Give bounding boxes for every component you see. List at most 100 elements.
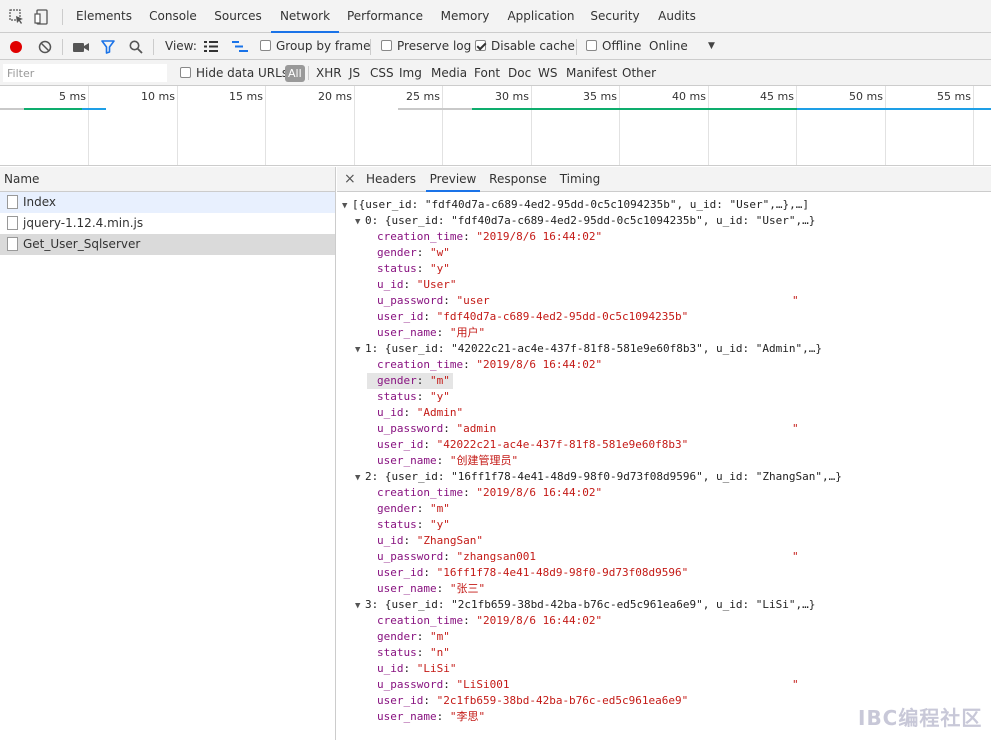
request-row-jquery[interactable]: jquery-1.12.4.min.js (0, 213, 335, 234)
tab-audits[interactable]: Audits (651, 0, 703, 33)
chevron-down-icon[interactable]: ▼ (708, 33, 715, 60)
json-field-hovered[interactable]: gender: "m" (367, 373, 453, 389)
timeline-bar-waiting (398, 108, 472, 110)
tab-preview[interactable]: Preview (426, 167, 480, 192)
filter-type-ws[interactable]: WS (538, 60, 557, 86)
json-value: "w" (430, 246, 450, 259)
json-field: gender: "w" (377, 246, 450, 259)
json-value-closing-quote: " (792, 422, 799, 435)
json-value: "zhangsan001 (456, 550, 536, 563)
preserve-log-checkbox[interactable]: Preserve log (381, 33, 471, 60)
close-icon[interactable]: × (344, 167, 356, 191)
json-key: creation_time (377, 358, 464, 371)
throttling-value: Online (649, 39, 688, 53)
timeline-bar-xhr-download (797, 108, 991, 110)
devtools-tab-bar: Elements Console Sources Network Perform… (0, 0, 991, 33)
json-key: status (377, 646, 417, 659)
checkbox-box[interactable] (180, 67, 191, 78)
waterfall-overview-icon[interactable] (232, 41, 248, 52)
tab-network[interactable]: Network (271, 0, 339, 33)
filter-type-doc[interactable]: Doc (508, 60, 531, 86)
disable-cache-checkbox[interactable]: Disable cache (475, 33, 575, 60)
json-key: u_password (377, 294, 444, 307)
checkbox-box-checked[interactable] (475, 40, 486, 51)
expand-triangle-icon[interactable]: ▼ (355, 598, 365, 614)
tab-timing[interactable]: Timing (555, 167, 605, 192)
throttling-select[interactable]: Online (649, 33, 688, 60)
timeline-tick: 55 ms (937, 90, 971, 103)
json-record-row[interactable]: ▼ 1: {user_id: "42022c21-ac4e-437f-81f8-5… (355, 341, 822, 357)
request-row-index[interactable]: Index (0, 192, 335, 213)
json-root-row[interactable]: ▼ [{user_id: "fdf40d7a-c689-4ed2-95dd-0c5… (342, 197, 809, 213)
tab-application[interactable]: Application (502, 0, 580, 33)
filter-type-css[interactable]: CSS (370, 60, 394, 86)
tab-headers[interactable]: Headers (363, 167, 419, 192)
json-key: u_password (377, 422, 444, 435)
search-icon[interactable] (129, 40, 143, 54)
filter-type-manifest[interactable]: Manifest (566, 60, 617, 86)
checkbox-box[interactable] (381, 40, 392, 51)
hide-data-urls-checkbox[interactable]: Hide data URLs (180, 60, 288, 86)
json-key: user_id (377, 310, 424, 323)
json-record-row[interactable]: ▼ 3: {user_id: "2c1fb659-38bd-42ba-b76c-e… (355, 597, 815, 613)
filter-type-other[interactable]: Other (622, 60, 656, 86)
json-field: status: "n" (377, 646, 450, 659)
json-field: u_password: "user (377, 294, 490, 307)
inspect-element-icon[interactable] (9, 9, 25, 25)
tab-console[interactable]: Console (141, 0, 205, 33)
document-icon (7, 195, 18, 209)
request-row-get-user-sqlserver[interactable]: Get_User_Sqlserver (0, 234, 335, 255)
timeline-tick: 45 ms (760, 90, 794, 103)
json-value: "2019/8/6 16:44:02" (476, 358, 603, 371)
xhr-file-icon (7, 237, 18, 251)
checkbox-box[interactable] (260, 40, 271, 51)
json-field: user_name: "张三" (377, 582, 486, 595)
filter-type-font[interactable]: Font (474, 60, 500, 86)
json-value: "y" (430, 262, 450, 275)
filter-type-media[interactable]: Media (431, 60, 467, 86)
tab-sources[interactable]: Sources (208, 0, 268, 33)
tab-response[interactable]: Response (487, 167, 549, 192)
json-key: user_name (377, 582, 437, 595)
filter-type-xhr[interactable]: XHR (316, 60, 342, 86)
timeline-tick: 5 ms (59, 90, 86, 103)
name-column-header[interactable]: Name (0, 167, 335, 192)
timeline-tick: 50 ms (849, 90, 883, 103)
tab-security[interactable]: Security (586, 0, 644, 33)
tab-memory[interactable]: Memory (433, 0, 497, 33)
capture-screenshots-icon[interactable] (73, 41, 89, 53)
json-record-row[interactable]: ▼ 0: {user_id: "fdf40d7a-c689-4ed2-95dd-0… (355, 213, 815, 229)
json-key: status (377, 390, 417, 403)
json-key: u_password (377, 678, 444, 691)
json-key: creation_time (377, 230, 464, 243)
checkbox-box[interactable] (586, 40, 597, 51)
hide-data-urls-label: Hide data URLs (196, 66, 289, 80)
large-rows-icon[interactable] (204, 41, 218, 52)
expand-triangle-icon[interactable]: ▼ (342, 198, 352, 214)
json-key: user_name (377, 454, 437, 467)
record-icon[interactable] (9, 40, 23, 54)
clear-icon[interactable] (38, 40, 52, 54)
json-value: "2019/8/6 16:44:02" (476, 486, 603, 499)
json-record-row[interactable]: ▼ 2: {user_id: "16ff1f78-4e41-48d9-98f0-9… (355, 469, 842, 485)
json-field: status: "y" (377, 390, 450, 403)
group-by-frame-checkbox[interactable]: Group by frame (260, 33, 370, 60)
filter-type-all[interactable]: All (285, 65, 305, 82)
filter-input[interactable] (3, 64, 167, 82)
expand-triangle-icon[interactable]: ▼ (355, 214, 365, 230)
device-toolbar-icon[interactable] (34, 9, 50, 25)
timeline-overview[interactable]: 5 ms 10 ms 15 ms 20 ms 25 ms 30 ms 35 ms… (0, 86, 991, 166)
tab-performance[interactable]: Performance (342, 0, 428, 33)
json-value-closing-quote: " (792, 550, 799, 563)
json-value: "李思" (449, 710, 486, 723)
expand-triangle-icon[interactable]: ▼ (355, 342, 365, 358)
expand-triangle-icon[interactable]: ▼ (355, 470, 365, 486)
json-value: "Admin" (416, 406, 464, 419)
json-field: user_id: "2c1fb659-38bd-42ba-b76c-ed5c96… (377, 694, 689, 707)
filter-icon[interactable] (101, 40, 115, 54)
filter-type-img[interactable]: Img (399, 60, 422, 86)
json-value: "LiSi" (416, 662, 457, 675)
tab-elements[interactable]: Elements (71, 0, 137, 33)
filter-type-js[interactable]: JS (349, 60, 360, 86)
offline-checkbox[interactable]: Offline (586, 33, 641, 60)
